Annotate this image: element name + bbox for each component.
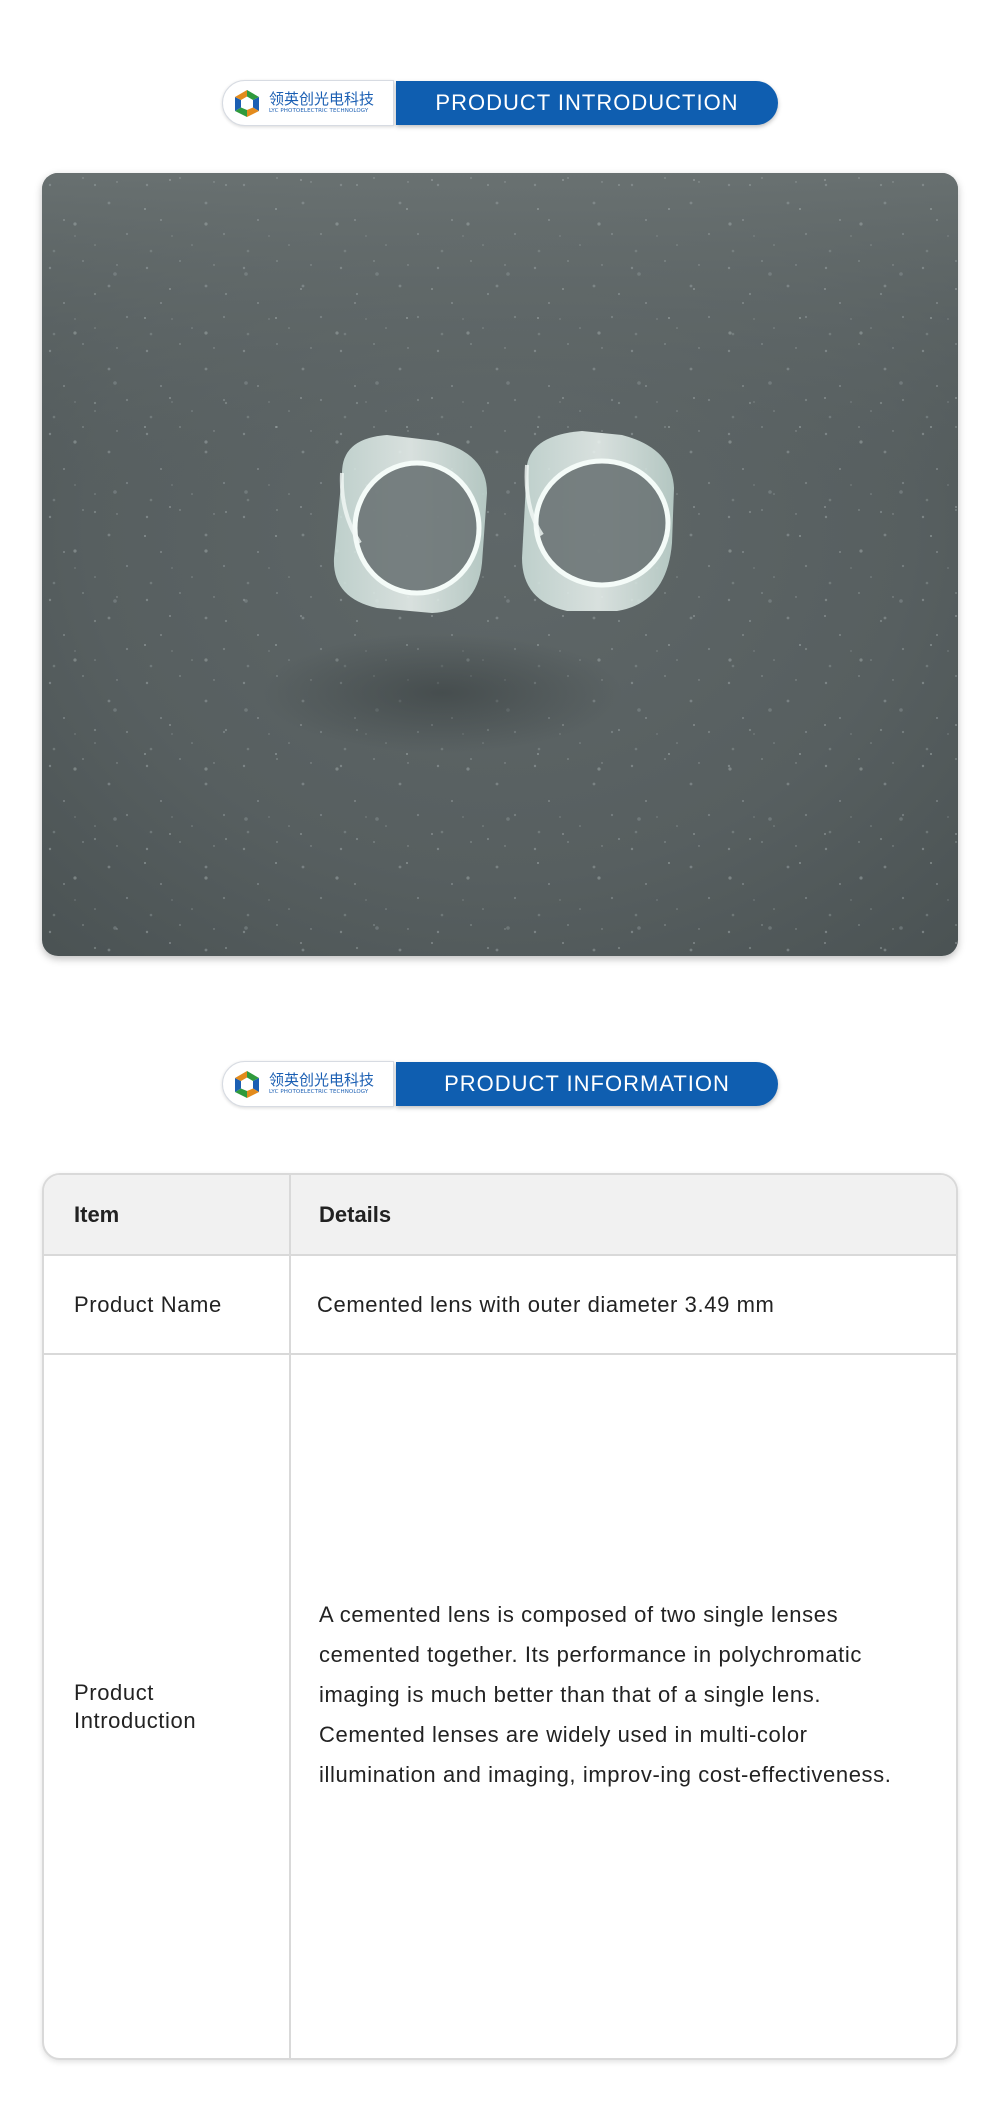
brand-logo: 领英创光电科技 LYC PHOTOELECTRIC TECHNOLOGY	[222, 1061, 394, 1107]
table-row: Product Name Cemented lens with outer di…	[44, 1256, 956, 1355]
header-details: Details	[319, 1201, 392, 1227]
lyc-logo-icon	[235, 90, 259, 117]
brand-name-en: LYC PHOTOELECTRIC TECHNOLOGY	[269, 107, 369, 114]
brand-name-cn: 领英创光电科技	[269, 1070, 375, 1089]
header-item: Item	[44, 1175, 291, 1254]
section-header-introduction: 领英创光电科技 LYC PHOTOELECTRIC TECHNOLOGY PRO…	[222, 80, 778, 126]
row-label-product-introduction: Product Introduction	[74, 1679, 197, 1733]
lens-left	[333, 435, 487, 613]
section-title-introduction: PRODUCT INTRODUCTION	[396, 81, 778, 125]
product-info-table: Item Details Product Name Cemented lens …	[42, 1173, 958, 2060]
brand-name-cn: 领英创光电科技	[269, 89, 375, 108]
lens-right	[522, 431, 674, 611]
product-photo	[42, 173, 958, 956]
row-value-product-name: Cemented lens with outer diameter 3.49 m…	[317, 1291, 775, 1317]
table-row: Product Introduction A cemented lens is …	[44, 1355, 956, 2058]
row-label-product-name: Product Name	[44, 1256, 291, 1353]
brand-name-en: LYC PHOTOELECTRIC TECHNOLOGY	[269, 1088, 369, 1095]
section-title-information: PRODUCT INFORMATION	[396, 1062, 778, 1106]
table-header-row: Item Details	[44, 1175, 956, 1256]
brand-logo: 领英创光电科技 LYC PHOTOELECTRIC TECHNOLOGY	[222, 80, 394, 126]
lyc-logo-icon	[235, 1071, 259, 1098]
section-header-information: 领英创光电科技 LYC PHOTOELECTRIC TECHNOLOGY PRO…	[222, 1061, 778, 1107]
row-value-product-introduction: A cemented lens is composed of two singl…	[319, 1601, 892, 1787]
